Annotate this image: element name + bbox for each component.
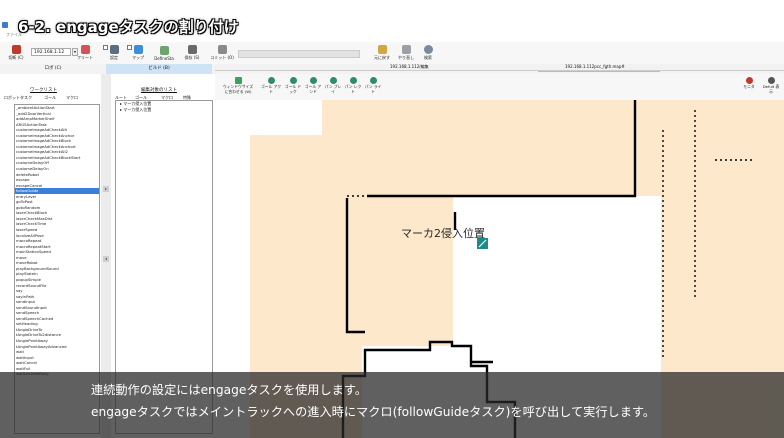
caption-line-2: engageタスクではメイントラックへの進入時にマクロ(followGuideタ… [91,405,656,419]
gear-icon [109,45,119,54]
define-station-label: DefineSta [154,55,174,61]
goal-label: マーカ2侵入位置 [401,226,485,240]
redo-label: やり直し [398,55,414,60]
disconnect-label: 切断 (C) [8,55,24,60]
map-tool-4-label: パン プレイ [324,84,342,94]
define-station-button[interactable]: DefineSta [151,42,177,64]
move-right-button[interactable]: ▸ [103,186,109,192]
map-tool-2-label: ゴール ドック [284,84,302,94]
save-icon [187,45,197,54]
map-tool-4[interactable]: パン プレイ [323,77,343,94]
disconnect-button[interactable]: 切断 (C) [4,42,28,64]
redo-button[interactable]: やり直し [395,42,417,64]
map-tool-6-label: パン ライト [364,84,382,94]
pan-play-icon [329,77,337,84]
default-view-label: Defult 表示 [762,84,780,94]
caption-line-1: 連続動作の設定にはengageタスクを使用します。 [91,383,368,397]
main-toolbar: 切断 (C) 192.168.1.12 ▾ フリート 設定 マップ Define… [0,42,784,65]
undo-icon [377,45,387,54]
map-tool-5[interactable]: パン レクト [343,77,363,94]
commit-label: コミット (O) [210,55,234,60]
col-macro[interactable]: マクロ [66,95,78,101]
commit-icon [217,45,227,54]
search-icon [423,45,433,54]
progress-bar [238,50,360,58]
tree-item-label: マーカ侵入位置 [123,107,152,112]
map-path-bar: 192.168.1.112/編集 192.168.1.112pcc_fgth.m… [215,64,784,71]
save-button[interactable]: 保存 (S) [180,42,204,64]
map-path-right: 192.168.1.112pcc_fgth.map# [565,64,625,69]
work-list-header: ワークリスト [30,88,57,93]
map-tool-3[interactable]: ゴール アンド [303,77,323,94]
search-button[interactable]: 検索 [418,42,438,64]
map-toolbar: ウィンドウサイズに合わせる (W) ゴール アクト ゴール ドック ゴール アン… [215,74,784,101]
map-tool-2[interactable]: ゴール ドック [283,77,303,94]
pan-light-icon [369,77,377,84]
undo-label: 元に戻す [374,55,390,60]
goal-dock-icon [289,77,297,84]
fleet-icon [80,45,90,54]
map-path-left: 192.168.1.112/編集 [390,64,429,69]
commit-button[interactable]: コミット (O) [210,42,234,64]
app-icon [2,22,8,28]
settings-label: 設定 [110,55,118,60]
save-label: 保存 (S) [184,55,200,60]
search-label: 検索 [424,55,432,60]
map-tool-5-label: パン レクト [344,84,362,94]
view-icon [767,77,775,84]
plug-icon [11,45,21,54]
tree-item[interactable]: ▸ マーカ侵入位置 [116,107,212,113]
map-tool-6[interactable]: パン ライト [363,77,383,94]
ip-address-field[interactable]: 192.168.1.12 [31,48,71,56]
fleet-button[interactable]: フリート [74,42,96,64]
monitor-icon [745,77,753,84]
move-left-button[interactable]: ◂ [103,256,109,262]
edit-target-header: 編集対象のリスト [141,88,177,93]
station-icon [159,45,169,55]
col-robot-task[interactable]: ロボットタスク [4,95,32,101]
fit-window-button[interactable]: ウィンドウサイズに合わせる (W) [221,77,255,94]
pan-rect-icon [349,77,357,84]
monitor-button[interactable]: モニタ [739,77,759,90]
fit-label: ウィンドウサイズに合わせる (W) [222,84,254,94]
map-label: マップ [132,55,144,60]
settings-button[interactable]: 設定 [104,42,124,64]
map-button[interactable]: マップ [128,42,148,64]
tab-build[interactable]: ビルド (B) [106,64,212,74]
default-view-button[interactable]: Defult 表示 [761,77,781,94]
redo-icon [401,45,411,54]
goal-act-icon [267,77,275,84]
map-tool-1-label: ゴール アクト [261,84,282,94]
fleet-label: フリート [77,55,93,60]
slide-title: 6-2. engageタスクの割り付け [18,18,239,36]
tab-robot[interactable]: ロボ (C) [0,64,106,74]
map-tool-1[interactable]: ゴール アクト [261,77,281,94]
monitor-label: モニタ [743,84,755,89]
goal-and-icon [309,77,317,84]
tree-item-label: マーカ侵入位置 [123,101,152,106]
undo-button[interactable]: 元に戻す [370,42,394,64]
fit-icon [234,77,242,84]
col-goal[interactable]: ゴール [44,95,56,101]
map-tool-3-label: ゴール アンド [304,84,322,94]
map-icon [133,45,143,54]
